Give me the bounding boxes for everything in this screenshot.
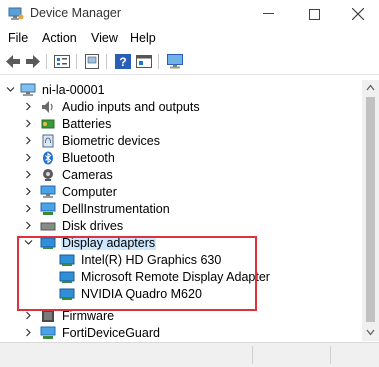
device-icon	[40, 202, 56, 215]
back-icon[interactable]	[4, 53, 22, 70]
device-tree: ni-la-00001 Audio inputs and outputs Bat…	[0, 80, 362, 340]
tree-item-fortideviceguard[interactable]: FortiDeviceGuard	[40, 324, 161, 340]
tree-item-bluetooth[interactable]: Bluetooth	[40, 149, 116, 166]
tree-item-label: Biometric devices	[62, 133, 160, 148]
display-adapter-icon	[59, 288, 75, 300]
minimize-button[interactable]	[245, 0, 291, 28]
tree-item-audio[interactable]: Audio inputs and outputs	[40, 98, 201, 115]
fingerprint-icon	[42, 134, 54, 147]
expand-chevron-icon[interactable]	[24, 328, 33, 337]
status-divider	[252, 346, 253, 364]
collapse-chevron-icon[interactable]	[6, 85, 15, 94]
tree-item-batteries[interactable]: Batteries	[40, 115, 112, 132]
tree-item-biometric[interactable]: Biometric devices	[40, 132, 161, 149]
window-title: Device Manager	[30, 6, 122, 20]
bluetooth-icon	[43, 151, 53, 164]
tree-item-firmware[interactable]: Firmware	[40, 307, 115, 324]
tree-item-dellinstrumentation[interactable]: DellInstrumentation	[40, 200, 171, 217]
collapse-chevron-icon[interactable]	[24, 238, 33, 247]
tree-item-label: Display adapters	[61, 235, 157, 250]
tree-root-label: ni-la-00001	[42, 82, 105, 97]
close-icon	[352, 8, 364, 20]
toolbar-separator	[76, 54, 77, 69]
tree-child-intel[interactable]: Intel(R) HD Graphics 630	[59, 251, 222, 268]
firmware-icon	[42, 309, 54, 322]
tree-item-label: DellInstrumentation	[62, 201, 170, 216]
toolbar-separator	[158, 54, 159, 69]
menu-view[interactable]: View	[91, 31, 118, 45]
tree-child-microsoft-remote[interactable]: Microsoft Remote Display Adapter	[59, 268, 271, 285]
tree-item-label: Audio inputs and outputs	[62, 99, 200, 114]
tree-item-label: Cameras	[62, 167, 113, 182]
toolbar: ?	[0, 50, 379, 75]
expand-chevron-icon[interactable]	[24, 136, 33, 145]
display-adapter-icon	[59, 271, 75, 283]
minimize-icon	[262, 13, 274, 14]
computer-icon	[20, 83, 36, 96]
expand-chevron-icon[interactable]	[24, 221, 33, 230]
computer-icon	[40, 185, 56, 198]
menu-action[interactable]: Action	[42, 31, 77, 45]
expand-chevron-icon[interactable]	[24, 102, 33, 111]
tree-root[interactable]: ni-la-00001	[20, 81, 106, 98]
device-manager-icon	[8, 7, 24, 20]
tree-item-label: Disk drives	[62, 218, 124, 233]
status-bar	[0, 342, 379, 367]
scan-icon[interactable]	[166, 53, 184, 70]
maximize-button[interactable]	[291, 0, 337, 28]
expand-chevron-icon[interactable]	[24, 204, 33, 213]
battery-icon	[41, 119, 55, 128]
tree-child-label: Intel(R) HD Graphics 630	[81, 252, 222, 267]
svg-text:?: ?	[119, 55, 126, 69]
tree-child-nvidia[interactable]: NVIDIA Quadro M620	[59, 285, 203, 302]
title-bar: Device Manager	[0, 0, 379, 28]
scroll-down-icon[interactable]	[366, 329, 375, 336]
vertical-scrollbar[interactable]	[362, 80, 379, 341]
scroll-up-icon[interactable]	[366, 84, 375, 91]
tree-item-label: Computer	[62, 184, 117, 199]
tree-item-label: Firmware	[62, 308, 115, 323]
tree-item-computer[interactable]: Computer	[40, 183, 118, 200]
expand-chevron-icon[interactable]	[24, 170, 33, 179]
tree-child-label: NVIDIA Quadro M620	[81, 286, 202, 301]
display-adapter-icon	[59, 254, 75, 266]
camera-icon	[43, 168, 53, 181]
tree-item-label: Bluetooth	[62, 150, 115, 165]
menu-bar: File Action View Help	[0, 29, 379, 49]
expand-chevron-icon[interactable]	[24, 153, 33, 162]
tree-item-cameras[interactable]: Cameras	[40, 166, 114, 183]
close-button[interactable]	[335, 0, 379, 28]
expand-chevron-icon[interactable]	[24, 187, 33, 196]
menu-help[interactable]: Help	[130, 31, 156, 45]
speaker-icon	[42, 100, 53, 113]
expand-chevron-icon[interactable]	[24, 311, 33, 320]
forward-icon[interactable]	[24, 53, 42, 70]
tree-item-disk-drives[interactable]: Disk drives	[40, 217, 124, 234]
toolbar-separator	[46, 54, 47, 69]
help-icon[interactable]: ?	[114, 53, 132, 70]
menu-file[interactable]: File	[8, 31, 28, 45]
display-adapter-icon	[40, 237, 56, 249]
disk-icon	[40, 222, 56, 230]
toolbar-separator	[106, 54, 107, 69]
maximize-icon	[308, 8, 320, 20]
tree-item-display-adapters[interactable]: Display adapters	[40, 234, 157, 251]
update-icon[interactable]	[83, 53, 101, 70]
device-icon	[40, 326, 56, 339]
scrollbar-thumb[interactable]	[366, 97, 375, 322]
view-icon[interactable]	[135, 53, 153, 70]
status-divider	[330, 346, 331, 364]
tree-child-label: Microsoft Remote Display Adapter	[81, 269, 270, 284]
properties-icon[interactable]	[53, 53, 71, 70]
expand-chevron-icon[interactable]	[24, 119, 33, 128]
tree-item-label: FortiDeviceGuard	[62, 325, 160, 340]
tree-item-label: Batteries	[62, 116, 112, 131]
